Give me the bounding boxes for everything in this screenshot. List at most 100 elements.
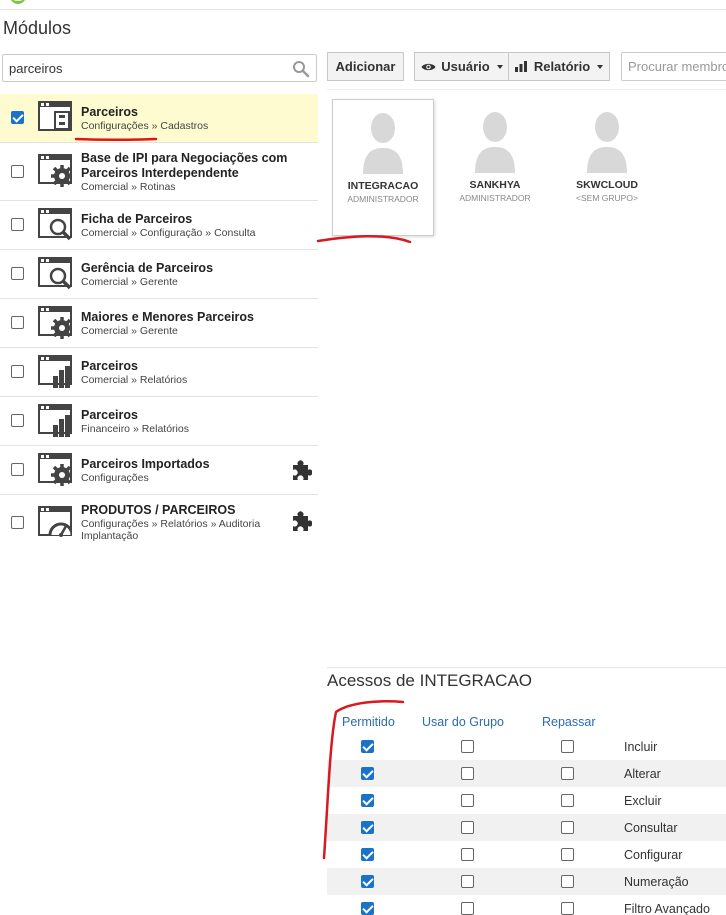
use-group-checkbox[interactable] [461, 902, 474, 915]
report-button-label: Relatório [533, 59, 591, 74]
permitted-checkbox[interactable] [361, 902, 374, 915]
access-label: Consultar [624, 821, 678, 835]
user-underline-annotation [316, 235, 412, 244]
use-group-checkbox[interactable] [461, 740, 474, 753]
user-card[interactable]: INTEGRACAO ADMINISTRADOR [332, 99, 434, 236]
permitted-checkbox[interactable] [361, 875, 374, 888]
permitted-checkbox[interactable] [361, 848, 374, 861]
permitted-checkbox[interactable] [361, 740, 374, 753]
module-checkbox[interactable] [11, 111, 24, 124]
chevron-down-icon [597, 64, 604, 69]
user-group: ADMINISTRADOR [459, 193, 531, 203]
module-name: Parceiros [81, 359, 138, 373]
module-checkbox[interactable] [11, 463, 24, 476]
user-group: <SEM GRUPO> [576, 193, 638, 203]
access-table: Incluir Alterar Excluir Consultar Config… [327, 733, 726, 915]
module-name: Parceiros [81, 408, 138, 422]
report-button[interactable]: Relatório [508, 52, 610, 81]
module-checkbox[interactable] [11, 267, 24, 280]
module-list: Parceiros Configurações » Cadastros Base… [0, 94, 318, 549]
module-name: Ficha de Parceiros [81, 212, 193, 226]
module-checkbox[interactable] [11, 365, 24, 378]
bar-chart-icon [514, 61, 527, 72]
module-item[interactable]: Ficha de Parceiros Comercial » Configura… [0, 201, 318, 250]
access-label: Configurar [624, 848, 683, 862]
module-search-input[interactable] [3, 55, 283, 81]
user-name: SKWCLOUD [576, 179, 638, 191]
column-header-use-group[interactable]: Usar do Grupo [422, 715, 504, 729]
module-item[interactable]: Parceiros Configurações » Cadastros [0, 94, 318, 143]
search-icon[interactable] [292, 60, 310, 78]
gear-window-icon [38, 453, 72, 486]
module-checkbox[interactable] [11, 516, 24, 529]
permitted-checkbox[interactable] [361, 767, 374, 780]
module-path: Configurações » Relatórios » Auditoria I… [81, 518, 261, 542]
pass-on-checkbox[interactable] [561, 902, 574, 915]
module-path: Financeiro » Relatórios [81, 423, 189, 435]
form-window-icon [38, 101, 72, 131]
module-checkbox[interactable] [11, 414, 24, 427]
module-item[interactable]: Gerência de Parceiros Comercial » Gerent… [0, 250, 318, 299]
magnifier-window-icon [38, 257, 72, 290]
module-search-box[interactable] [2, 54, 317, 82]
pass-on-checkbox[interactable] [561, 740, 574, 753]
pass-on-checkbox[interactable] [561, 767, 574, 780]
divider [327, 89, 726, 90]
access-row: Consultar [327, 814, 726, 841]
use-group-checkbox[interactable] [461, 794, 474, 807]
module-checkbox[interactable] [11, 218, 24, 231]
permitted-checkbox[interactable] [361, 821, 374, 834]
user-name: SANKHYA [469, 179, 521, 191]
puzzle-icon [293, 511, 312, 531]
pass-on-checkbox[interactable] [561, 875, 574, 888]
add-button-label: Adicionar [335, 59, 396, 74]
module-path: Configurações » Cadastros [81, 120, 209, 132]
member-search-input[interactable]: Procurar membros [621, 52, 726, 81]
use-group-checkbox[interactable] [461, 821, 474, 834]
module-item[interactable]: Parceiros Comercial » Relatórios [0, 348, 318, 397]
user-card[interactable]: SKWCLOUD <SEM GRUPO> [556, 99, 658, 236]
module-checkbox[interactable] [11, 165, 24, 178]
access-row: Excluir [327, 787, 726, 814]
gauge-window-icon [38, 506, 72, 537]
module-name: Maiores e Menores Parceiros [81, 310, 254, 324]
module-checkbox[interactable] [11, 316, 24, 329]
use-group-checkbox[interactable] [461, 848, 474, 861]
user-filter-button[interactable]: Usuário [414, 52, 509, 81]
module-item[interactable]: Parceiros Importados Configurações [0, 446, 318, 495]
pass-on-checkbox[interactable] [561, 821, 574, 834]
divider [327, 667, 726, 668]
access-label: Alterar [624, 767, 661, 781]
module-path: Comercial » Configuração » Consulta [81, 227, 256, 239]
module-name: Gerência de Parceiros [81, 261, 214, 275]
top-strip [0, 0, 726, 10]
add-button[interactable]: Adicionar [327, 52, 404, 81]
access-label: Excluir [624, 794, 662, 808]
user-card[interactable]: SANKHYA ADMINISTRADOR [444, 99, 546, 236]
module-item[interactable]: Base de IPI para Negociações com Parceir… [0, 143, 318, 201]
use-group-checkbox[interactable] [461, 767, 474, 780]
pass-on-checkbox[interactable] [561, 794, 574, 807]
module-path: Comercial » Relatórios [81, 374, 188, 386]
user-filter-label: Usuário [441, 59, 490, 74]
chevron-down-icon [496, 64, 503, 69]
pass-on-checkbox[interactable] [561, 848, 574, 861]
access-label: Filtro Avançado [624, 902, 710, 915]
user-name: INTEGRACAO [347, 180, 419, 192]
use-group-checkbox[interactable] [461, 875, 474, 888]
module-path: Comercial » Gerente [81, 276, 178, 288]
access-row: Incluir [327, 733, 726, 760]
module-path: Comercial » Rotinas [81, 181, 176, 193]
access-title: Acessos de INTEGRACAO [327, 671, 533, 690]
module-item[interactable]: PRODUTOS / PARCEIROS Configurações » Rel… [0, 495, 318, 549]
column-header-pass-on[interactable]: Repassar [542, 715, 596, 729]
module-item[interactable]: Parceiros Financeiro » Relatórios [0, 397, 318, 446]
access-row: Alterar [327, 760, 726, 787]
access-row: Filtro Avançado [327, 895, 726, 915]
column-header-permitted[interactable]: Permitido [342, 715, 395, 729]
module-name: Parceiros Importados [81, 457, 210, 471]
module-item[interactable]: Maiores e Menores Parceiros Comercial » … [0, 299, 318, 348]
puzzle-icon [293, 460, 312, 480]
user-silhouette-icon [363, 113, 403, 174]
permitted-checkbox[interactable] [361, 794, 374, 807]
